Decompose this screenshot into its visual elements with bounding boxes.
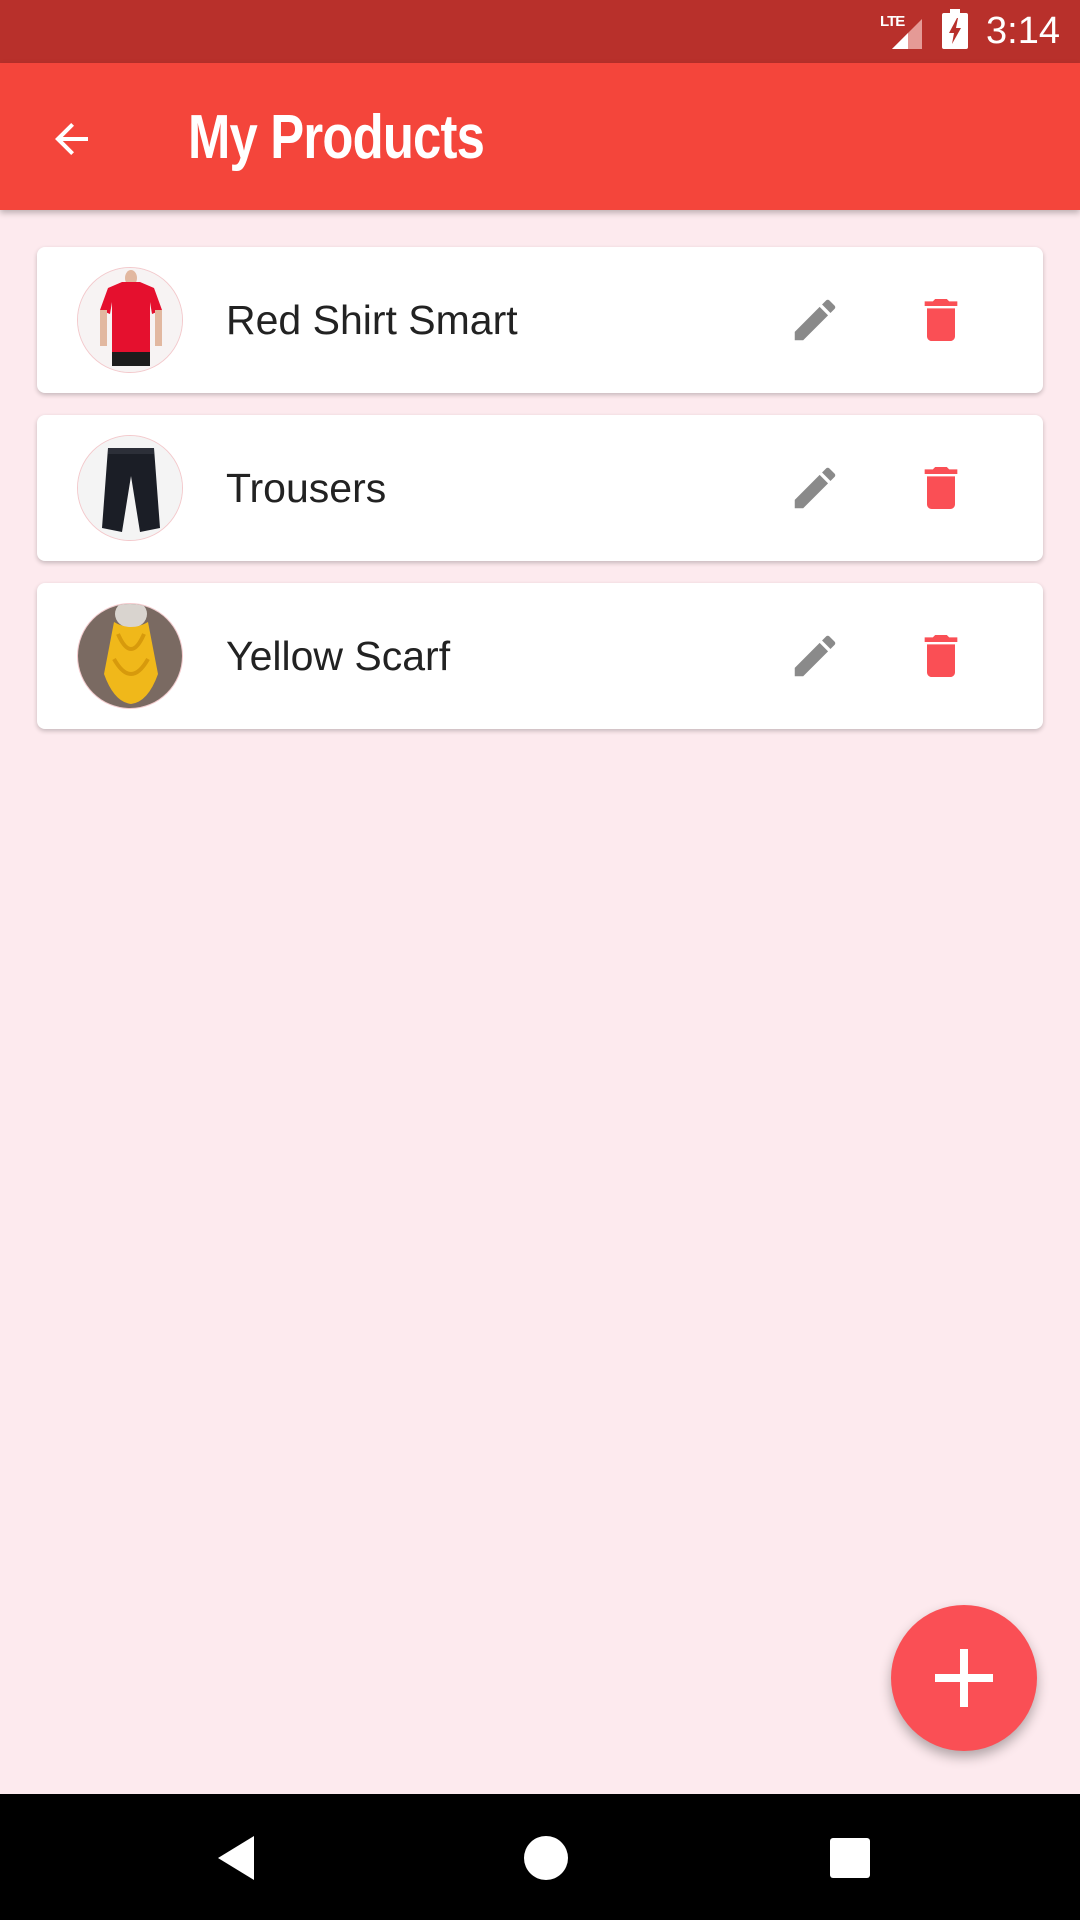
nav-back-icon <box>218 1836 254 1880</box>
product-card[interactable]: Yellow Scarf <box>37 583 1043 729</box>
battery-charging-icon <box>942 9 969 54</box>
delete-button[interactable] <box>905 284 977 356</box>
pencil-icon <box>794 299 836 341</box>
trash-icon <box>924 299 958 341</box>
product-card[interactable]: Trousers <box>37 415 1043 561</box>
edit-button[interactable] <box>779 620 851 692</box>
delete-button[interactable] <box>905 452 977 524</box>
status-time: 3:14 <box>986 10 1060 52</box>
edit-button[interactable] <box>779 284 851 356</box>
nav-back-button[interactable] <box>212 1830 268 1886</box>
product-title: Red Shirt Smart <box>226 297 518 343</box>
yellow-scarf-image <box>77 603 183 709</box>
back-button[interactable] <box>36 103 108 175</box>
trash-icon <box>924 467 958 509</box>
page-title: My Products <box>188 103 485 172</box>
pencil-icon <box>794 635 836 677</box>
nav-home-button[interactable] <box>518 1830 574 1886</box>
app-bar: My Products <box>0 63 1080 210</box>
lte-signal-icon: LTE <box>880 13 924 51</box>
status-bar: LTE 3:14 <box>0 0 1080 63</box>
product-title: Yellow Scarf <box>226 633 451 679</box>
product-list: Red Shirt Smart Trousers Yellow Scarf <box>37 247 1043 751</box>
nav-recents-icon <box>830 1838 870 1878</box>
nav-recents-button[interactable] <box>822 1830 878 1886</box>
arrow-back-icon <box>55 123 88 155</box>
delete-button[interactable] <box>905 620 977 692</box>
add-product-button[interactable] <box>891 1605 1037 1751</box>
product-card[interactable]: Red Shirt Smart <box>37 247 1043 393</box>
edit-button[interactable] <box>779 452 851 524</box>
product-title: Trousers <box>226 465 387 511</box>
status-icons: LTE 3:14 <box>880 0 1060 63</box>
system-nav-bar <box>0 1794 1080 1920</box>
pencil-icon <box>794 467 836 509</box>
nav-home-icon <box>524 1836 568 1880</box>
trash-icon <box>924 635 958 677</box>
plus-icon <box>935 1649 993 1707</box>
red-shirt-image <box>77 267 183 373</box>
trousers-image <box>77 435 183 541</box>
